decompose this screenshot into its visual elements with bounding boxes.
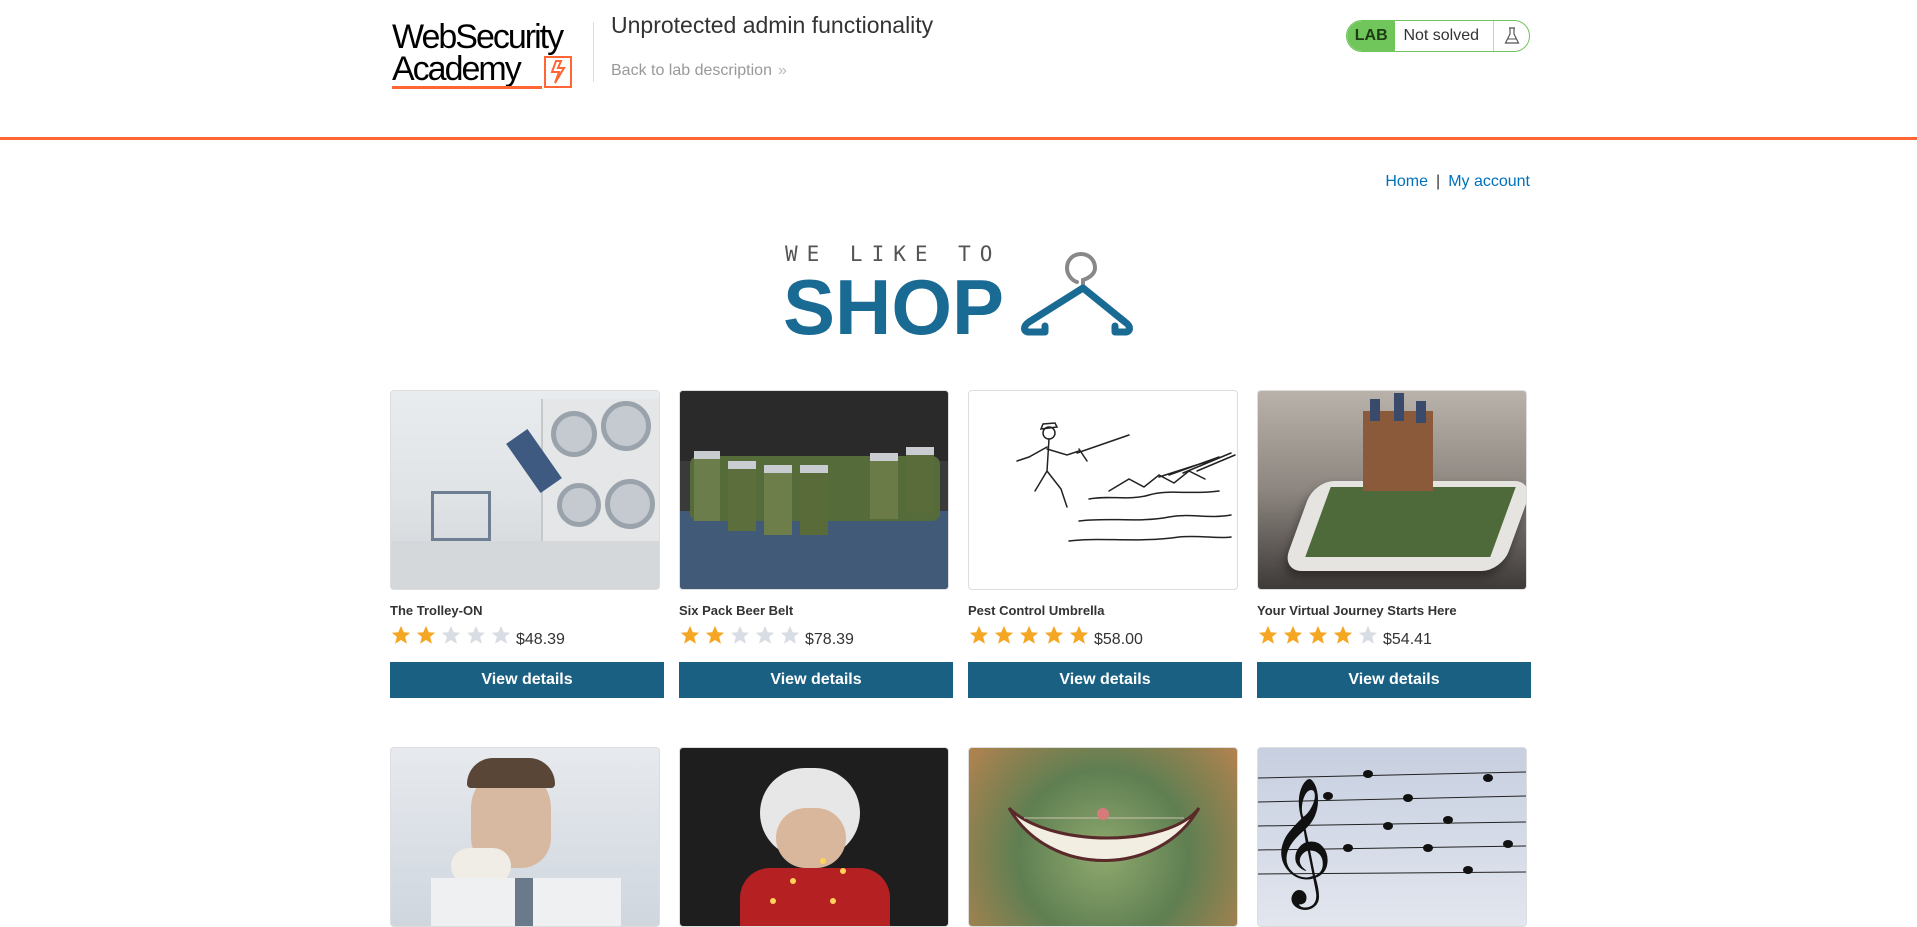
view-details-button[interactable]: View details	[1257, 662, 1531, 698]
castle-phone-photo	[1257, 390, 1527, 590]
man-eating-photo	[390, 747, 660, 927]
nav-home-link[interactable]: Home	[1385, 173, 1428, 190]
star-filled-icon	[1044, 625, 1064, 644]
product-price: $58.00	[1094, 631, 1143, 648]
laundromat-photo	[390, 390, 660, 590]
product-card: Pest Control Umbrella $58.00 View detail…	[968, 390, 1242, 698]
star-empty-icon	[1358, 625, 1378, 644]
star-filled-icon	[680, 625, 700, 644]
star-empty-icon	[441, 625, 461, 644]
grin-drawing	[1007, 806, 1201, 862]
star-filled-icon	[969, 625, 989, 644]
header-bar: WebSecurity Academy Unprotected admin fu…	[0, 0, 1917, 140]
hero-big-text: SHOP	[783, 263, 1005, 351]
star-filled-icon	[1069, 625, 1089, 644]
nav-separator: |	[1436, 173, 1441, 190]
beer-belt-photo	[679, 390, 949, 590]
star-filled-icon	[1283, 625, 1303, 644]
santa-lights-photo	[679, 747, 949, 927]
star-filled-icon	[994, 625, 1014, 644]
back-to-lab-description-link[interactable]: Back to lab description »	[611, 62, 787, 80]
star-filled-icon	[1333, 625, 1353, 644]
lab-status-badge: LAB Not solved	[1346, 20, 1530, 52]
lab-status-text: Not solved	[1403, 27, 1480, 44]
star-rating	[1257, 624, 1382, 646]
product-name: The Trolley-ON	[390, 603, 483, 618]
product-card: Six Pack Beer Belt $78.39 View details	[679, 390, 953, 698]
logo-line-2: Academy	[392, 50, 522, 88]
product-card: Your Virtual Journey Starts Here $54.41 …	[1257, 390, 1531, 698]
star-empty-icon	[491, 625, 511, 644]
back-link-label: Back to lab description	[611, 62, 772, 79]
product-name: Your Virtual Journey Starts Here	[1257, 603, 1457, 618]
product-price: $78.39	[805, 631, 854, 648]
header-divider	[593, 22, 594, 82]
lab-label: LAB	[1347, 21, 1396, 51]
lightning-bolt-icon	[544, 56, 572, 88]
product-card	[679, 747, 953, 927]
star-empty-icon	[466, 625, 486, 644]
clothes-hanger-icon	[1021, 251, 1133, 336]
web-security-academy-logo[interactable]: WebSecurity Academy	[392, 18, 592, 92]
product-name: Six Pack Beer Belt	[679, 603, 794, 618]
umbrella-sketch	[968, 390, 1238, 590]
star-empty-icon	[780, 625, 800, 644]
view-details-button[interactable]: View details	[679, 662, 953, 698]
star-filled-icon	[705, 625, 725, 644]
product-card: The Trolley-ON $48.39 View details	[390, 390, 664, 698]
star-filled-icon	[1308, 625, 1328, 644]
nav-my-account-link[interactable]: My account	[1448, 173, 1530, 190]
grin-illustration	[968, 747, 1238, 927]
product-card	[390, 747, 664, 927]
star-filled-icon	[1019, 625, 1039, 644]
star-rating	[968, 624, 1093, 646]
view-details-button[interactable]: View details	[968, 662, 1242, 698]
music-staff-birds-photo: 𝄞	[1257, 747, 1527, 927]
umbrella-sketch-drawing	[1016, 422, 1236, 542]
music-staff-drawing: 𝄞	[1258, 770, 1526, 910]
product-price: $54.41	[1383, 631, 1432, 648]
shop-hero-banner: WE LIKE TO SHOP	[783, 240, 1137, 351]
view-details-button[interactable]: View details	[390, 662, 664, 698]
product-name: Pest Control Umbrella	[968, 603, 1105, 618]
star-rating	[390, 624, 515, 646]
product-card	[968, 747, 1242, 927]
star-filled-icon	[416, 625, 436, 644]
product-price: $48.39	[516, 631, 565, 648]
logo-underline	[392, 86, 542, 89]
lab-title: Unprotected admin functionality	[611, 12, 934, 38]
top-nav: Home | My account	[1385, 173, 1530, 191]
double-chevron-right-icon: »	[777, 62, 787, 79]
product-card: 𝄞	[1257, 747, 1531, 927]
star-empty-icon	[755, 625, 775, 644]
flask-icon	[1493, 21, 1529, 51]
star-filled-icon	[1258, 625, 1278, 644]
star-empty-icon	[730, 625, 750, 644]
star-rating	[679, 624, 804, 646]
star-filled-icon	[391, 625, 411, 644]
